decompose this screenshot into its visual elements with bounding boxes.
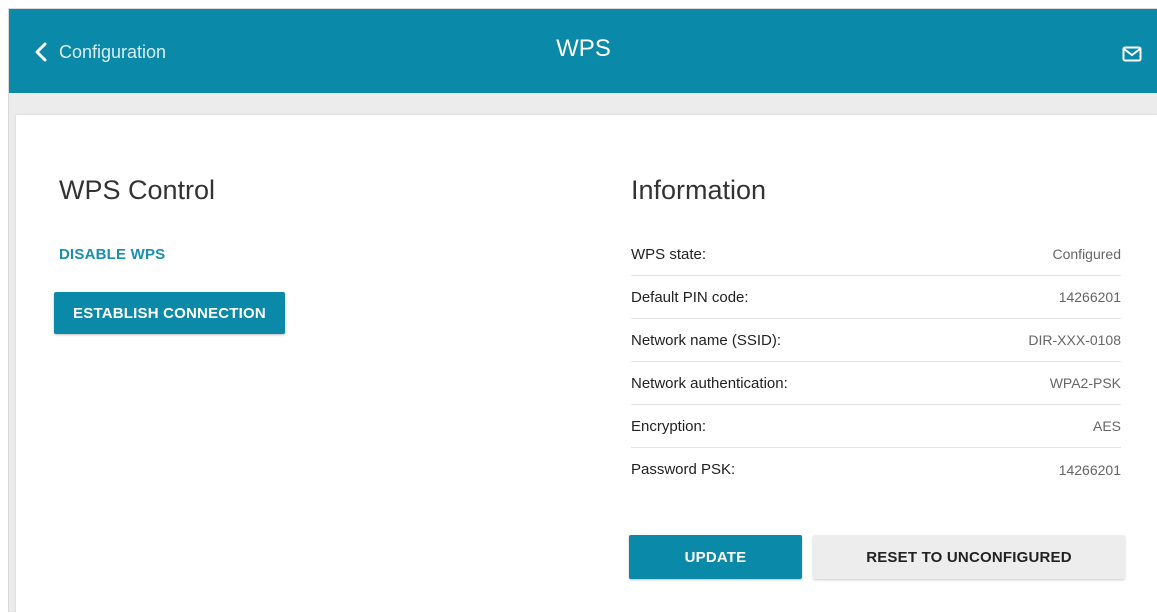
top-bar: Configuration WPS <box>9 9 1157 93</box>
app-frame: Configuration WPS WPS Control DISABLE WP… <box>8 8 1157 613</box>
info-value: AES <box>1092 418 1121 434</box>
back-label: Configuration <box>59 41 167 62</box>
info-row-encryption: Encryption: AES <box>631 405 1121 448</box>
info-row-authentication: Network authentication: WPA2-PSK <box>631 362 1121 405</box>
info-label: Password PSK: <box>631 461 736 478</box>
establish-connection-button[interactable]: ESTABLISH CONNECTION <box>54 292 285 334</box>
info-label: Network name (SSID): <box>631 331 782 349</box>
info-value: 14266201 <box>1058 461 1121 478</box>
content-card: WPS Control DISABLE WPS ESTABLISH CONNEC… <box>16 115 1157 613</box>
info-table: WPS state: Configured Default PIN code: … <box>631 233 1121 491</box>
info-value: 14266201 <box>1058 289 1121 305</box>
disable-wps-button[interactable]: DISABLE WPS <box>59 246 165 263</box>
info-row-wps-state: WPS state: Configured <box>631 233 1121 276</box>
info-label: Default PIN code: <box>631 288 749 306</box>
info-value: DIR-XXX-0108 <box>1028 332 1121 348</box>
wps-control-heading: WPS Control <box>59 175 216 205</box>
chevron-left-icon <box>35 42 47 62</box>
back-button[interactable]: Configuration <box>35 37 166 67</box>
reset-to-unconfigured-button[interactable]: RESET TO UNCONFIGURED <box>813 535 1125 579</box>
info-row-password-psk: Password PSK: 14266201 <box>631 448 1121 491</box>
info-label: WPS state: <box>631 245 707 263</box>
info-row-default-pin: Default PIN code: 14266201 <box>631 276 1121 319</box>
info-label: Network authentication: <box>631 374 788 392</box>
update-button[interactable]: UPDATE <box>629 535 802 579</box>
page-title: WPS <box>556 35 611 62</box>
information-heading: Information <box>631 175 767 205</box>
mail-icon <box>1122 46 1142 62</box>
info-value: WPA2-PSK <box>1049 375 1121 391</box>
mail-button[interactable] <box>1122 46 1142 67</box>
info-label: Encryption: <box>631 417 707 435</box>
info-value: Configured <box>1052 246 1122 262</box>
info-row-ssid: Network name (SSID): DIR-XXX-0108 <box>631 319 1121 362</box>
